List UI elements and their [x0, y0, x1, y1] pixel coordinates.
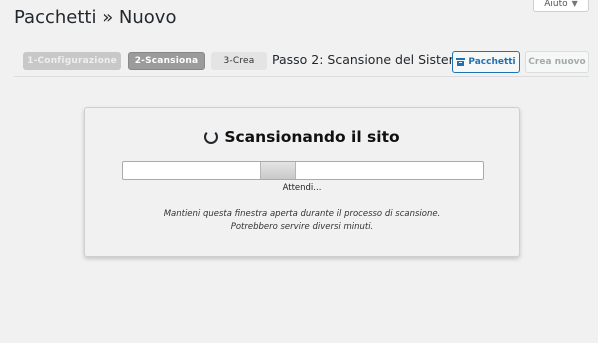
wizard-step-create: 3-Crea — [211, 52, 267, 70]
wait-text: Attendi... — [282, 183, 322, 193]
scan-note-line-1: Mantieni questa finestra aperta durante … — [163, 209, 441, 219]
scan-title: Scansionando il sito — [224, 128, 400, 146]
page-title: Pacchetti » Nuovo — [14, 7, 177, 28]
step-caption: Passo 2: Scansione del Sistema — [272, 52, 469, 67]
help-label: Aiuto — [544, 0, 568, 9]
packages-button-label: Pacchetti — [468, 57, 516, 67]
scan-note-line-2: Potrebbero servire diversi minuti. — [230, 222, 374, 232]
wizard-bar: 1-Configurazione 2-Scansiona 3-Crea Pass… — [22, 50, 589, 73]
header-divider — [14, 76, 589, 77]
scan-panel: Scansionando il sito Attendi... Mantieni… — [84, 107, 520, 257]
scan-heading: Scansionando il sito — [85, 128, 519, 146]
create-new-button[interactable]: Crea nuovo — [525, 51, 589, 73]
create-new-button-label: Crea nuovo — [528, 57, 586, 67]
wizard-step-configuration: 1-Configurazione — [23, 52, 121, 70]
packages-button[interactable]: Pacchetti — [452, 51, 520, 73]
scan-note: Mantieni questa finestra aperta durante … — [85, 208, 519, 234]
page: Pacchetti » Nuovo Aiuto ▼ 1-Configurazio… — [0, 0, 598, 343]
wizard-step-scan: 2-Scansiona — [128, 52, 205, 70]
package-icon — [456, 58, 466, 66]
caret-down-icon: ▼ — [571, 0, 578, 8]
help-tab-button[interactable]: Aiuto ▼ — [533, 0, 589, 12]
progress-indicator — [260, 162, 296, 179]
progress-bar — [122, 161, 484, 180]
spinner-icon — [204, 130, 219, 144]
